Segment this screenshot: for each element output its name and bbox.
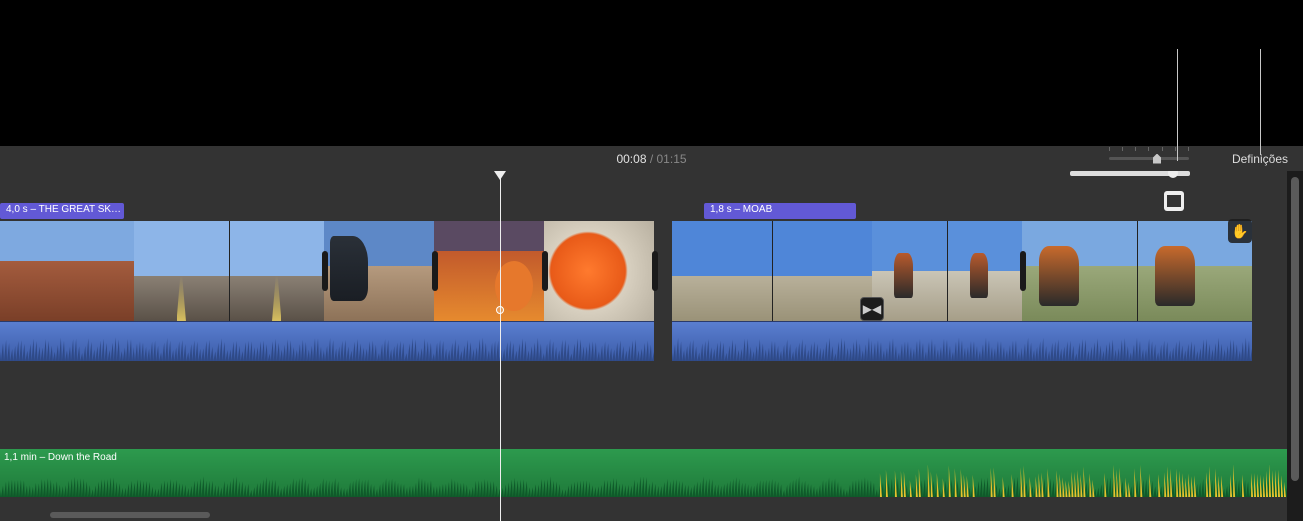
clip-thumbnail [948, 221, 1023, 321]
clip-audio-waveform[interactable] [872, 321, 1022, 361]
clip-range-marker[interactable] [1070, 171, 1190, 176]
video-clip[interactable] [1022, 221, 1252, 381]
zoom-slider-thumb[interactable] [1153, 154, 1161, 164]
freeze-frame-icon[interactable] [1164, 191, 1184, 211]
clip-thumbnail [544, 221, 654, 321]
clip-edge-handle[interactable] [322, 251, 328, 291]
video-clip[interactable] [0, 221, 134, 381]
clip-thumbnail [230, 221, 325, 321]
timecode-display: 00:08 / 01:15 [616, 152, 686, 166]
clip-thumbnail [773, 221, 873, 321]
clip-audio-waveform[interactable] [434, 321, 544, 361]
total-time: 01:15 [657, 152, 687, 166]
clip-thumbnail [1022, 221, 1137, 321]
clip-thumbnail [134, 221, 229, 321]
clip-thumbnail [434, 221, 544, 321]
clip-edge-handle[interactable] [652, 251, 658, 291]
clip-audio-waveform[interactable] [0, 321, 134, 361]
transition-icon[interactable]: ▶◀ [860, 297, 884, 321]
video-clip[interactable] [324, 221, 434, 381]
clip-thumbnail [324, 221, 434, 321]
clip-audio-waveform[interactable] [134, 321, 324, 361]
clip-audio-waveform[interactable] [1022, 321, 1252, 361]
video-clip[interactable] [544, 221, 654, 381]
clip-thumbnail [0, 221, 134, 321]
playhead[interactable] [500, 171, 501, 521]
title-chip[interactable]: 1,8 s – MOAB [704, 203, 856, 219]
current-time: 00:08 [616, 152, 646, 166]
timeline-header: 00:08 / 01:15 Definições [0, 146, 1303, 171]
timeline[interactable]: 4,0 s – THE GREAT SK…1,8 s – MOAB▶◀ ✋ 1,… [0, 171, 1287, 521]
video-clip[interactable] [872, 221, 1022, 381]
clip-edge-handle[interactable] [432, 251, 438, 291]
time-separator: / [646, 152, 656, 166]
clip-audio-waveform[interactable] [544, 321, 654, 361]
clip-audio-waveform[interactable] [672, 321, 872, 361]
horizontal-scrollbar[interactable] [50, 512, 210, 518]
title-chip[interactable]: 4,0 s – THE GREAT SK… [0, 203, 124, 219]
clip-edge-handle[interactable] [542, 251, 548, 291]
callout-line-zoom [1177, 49, 1178, 161]
music-clip-label: 1,1 min – Down the Road [4, 452, 117, 463]
clip-audio-waveform[interactable] [324, 321, 434, 361]
video-clip[interactable] [672, 221, 872, 381]
vertical-scrollbar-thumb[interactable] [1291, 177, 1299, 481]
callout-line-settings [1260, 49, 1261, 155]
video-clip[interactable] [134, 221, 324, 381]
video-track[interactable]: 4,0 s – THE GREAT SK…1,8 s – MOAB▶◀ [0, 221, 1287, 381]
music-track[interactable]: 1,1 min – Down the Road [0, 449, 1287, 497]
vertical-scrollbar-track[interactable] [1287, 171, 1303, 521]
clip-thumbnail [672, 221, 772, 321]
playhead-handle-icon[interactable] [496, 306, 504, 314]
music-waveform [0, 465, 1287, 497]
playhead-head-icon [494, 171, 506, 180]
clip-edge-handle[interactable] [1020, 251, 1026, 291]
video-clip[interactable] [434, 221, 544, 381]
stabilize-hand-icon[interactable]: ✋ [1228, 219, 1252, 243]
